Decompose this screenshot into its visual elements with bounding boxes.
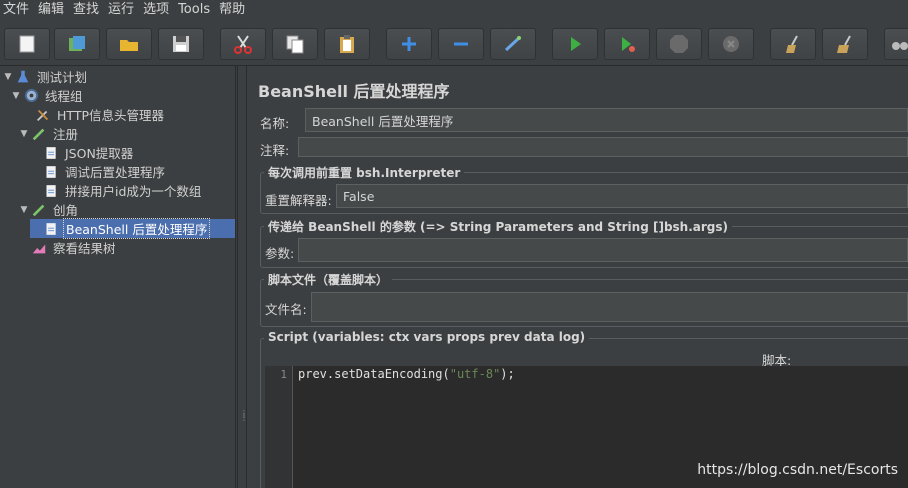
copy-icon	[286, 35, 304, 54]
code-line[interactable]: prev.setDataEncoding("utf-8");	[298, 367, 515, 381]
clear-button[interactable]	[770, 28, 816, 60]
collapse-all-button[interactable]	[438, 28, 484, 60]
panel-splitter[interactable]: ⋮ ⋮	[237, 66, 248, 488]
minus-icon	[454, 42, 468, 46]
paste-icon	[340, 35, 354, 53]
pipette-icon	[30, 201, 48, 219]
broom-all-icon	[837, 35, 851, 53]
watermark: https://blog.csdn.net/Escorts	[697, 462, 898, 478]
document-icon	[42, 163, 60, 181]
line-number: 1	[280, 368, 287, 381]
tree-node-view-results-tree[interactable]: 察看结果树	[18, 238, 118, 257]
reset-interpreter-group-title: 每次调用前重置 bsh.Interpreter	[264, 164, 465, 181]
tree-node-register[interactable]: ▼ 注册	[18, 124, 80, 143]
plus-icon	[402, 37, 416, 51]
menu-run[interactable]: 运行	[105, 0, 140, 20]
name-label: 名称:	[260, 116, 290, 131]
menu-edit[interactable]: 编辑	[35, 0, 70, 20]
tree-node-header-manager[interactable]: HTTP信息头管理器	[22, 105, 166, 124]
beanshell-config-panel: BeanShell 后置处理程序 名称: BeanShell 后置处理程序 注释…	[248, 66, 908, 488]
line-number-gutter: 1	[265, 366, 293, 488]
reset-interpreter-label: 重置解释器:	[265, 193, 332, 208]
menu-tools[interactable]: Tools	[175, 0, 216, 20]
open-button[interactable]	[106, 28, 152, 60]
test-plan-tree: ▼ 测试计划 ▼ 线程组 HTTP信息头管理器 ▼ 注册 JSON提取器 调试后…	[0, 66, 236, 488]
chart-icon	[30, 239, 48, 257]
parameters-field[interactable]	[298, 238, 908, 262]
folder-open-icon	[120, 40, 138, 51]
save-icon	[173, 36, 189, 52]
name-field[interactable]: BeanShell 后置处理程序	[305, 108, 908, 132]
expand-toggle-icon[interactable]: ▼	[10, 91, 22, 101]
parameters-group-title: 传递给 BeanShell 的参数 (=> String Parameters …	[264, 218, 733, 235]
search-button[interactable]	[884, 28, 908, 60]
parameters-label: 参数:	[265, 246, 295, 261]
flask-icon	[14, 68, 32, 86]
document-icon	[42, 144, 60, 162]
script-file-group-title: 脚本文件（覆盖脚本）	[264, 271, 393, 288]
document-icon	[42, 182, 60, 200]
reset-interpreter-select[interactable]: False	[336, 184, 908, 208]
start-no-pauses-button[interactable]	[604, 28, 650, 60]
pipette-icon	[30, 125, 48, 143]
splitter-grip-icon: ⋮ ⋮	[240, 409, 248, 422]
page-title: BeanShell 后置处理程序	[258, 82, 450, 101]
tree-node-create-role[interactable]: ▼ 创角	[18, 200, 80, 219]
filename-field[interactable]	[311, 292, 908, 322]
shutdown-icon	[723, 36, 739, 52]
expand-toggle-icon[interactable]: ▼	[2, 72, 14, 82]
tree-node-join-user-ids[interactable]: 拼接用户id成为一个数组	[30, 181, 203, 200]
gear-icon	[22, 87, 40, 105]
scissors-icon	[234, 35, 252, 54]
stop-button[interactable]	[656, 28, 702, 60]
play-icon	[571, 37, 581, 51]
stop-icon	[670, 35, 688, 53]
play-no-pause-icon	[622, 37, 635, 52]
expand-all-button[interactable]	[386, 28, 432, 60]
tree-node-debug-post-processor[interactable]: 调试后置处理程序	[30, 162, 167, 181]
copy-button[interactable]	[272, 28, 318, 60]
expand-toggle-icon[interactable]: ▼	[18, 205, 30, 215]
broom-icon	[786, 35, 798, 53]
tree-node-thread-group[interactable]: ▼ 线程组	[10, 86, 85, 105]
templates-icon	[69, 36, 85, 51]
comment-field[interactable]	[298, 137, 908, 157]
paste-button[interactable]	[324, 28, 370, 60]
templates-button[interactable]	[54, 28, 100, 60]
menu-search[interactable]: 查找	[70, 0, 105, 20]
menu-options[interactable]: 选项	[140, 0, 175, 20]
wand-icon	[504, 36, 521, 52]
menu-bar: 文件 编辑 查找 运行 选项 Tools 帮助	[0, 0, 908, 20]
tree-node-json-extractor[interactable]: JSON提取器	[30, 143, 135, 162]
comment-label: 注释:	[260, 143, 290, 158]
save-button[interactable]	[158, 28, 204, 60]
shutdown-button[interactable]	[708, 28, 754, 60]
wrench-icon	[34, 106, 52, 124]
tree-node-test-plan[interactable]: ▼ 测试计划	[2, 67, 89, 86]
code-string-literal: "utf-8"	[449, 367, 501, 381]
new-file-icon	[19, 35, 35, 53]
toolbar	[0, 22, 908, 66]
document-icon	[42, 220, 60, 238]
new-button[interactable]	[4, 28, 50, 60]
start-button[interactable]	[552, 28, 598, 60]
tree-node-beanshell-post-processor[interactable]: BeanShell 后置处理程序	[30, 218, 235, 239]
menu-help[interactable]: 帮助	[216, 0, 251, 20]
script-group-title: Script (variables: ctx vars props prev d…	[264, 330, 590, 344]
clear-all-button[interactable]	[822, 28, 868, 60]
menu-file[interactable]: 文件	[0, 0, 35, 20]
filename-label: 文件名:	[265, 302, 307, 317]
binoculars-icon	[892, 42, 908, 50]
cut-button[interactable]	[220, 28, 266, 60]
code-prefix: prev.setDataEncoding(	[298, 367, 450, 381]
toggle-button[interactable]	[490, 28, 536, 60]
expand-toggle-icon[interactable]: ▼	[18, 129, 30, 139]
code-suffix: );	[500, 367, 515, 381]
